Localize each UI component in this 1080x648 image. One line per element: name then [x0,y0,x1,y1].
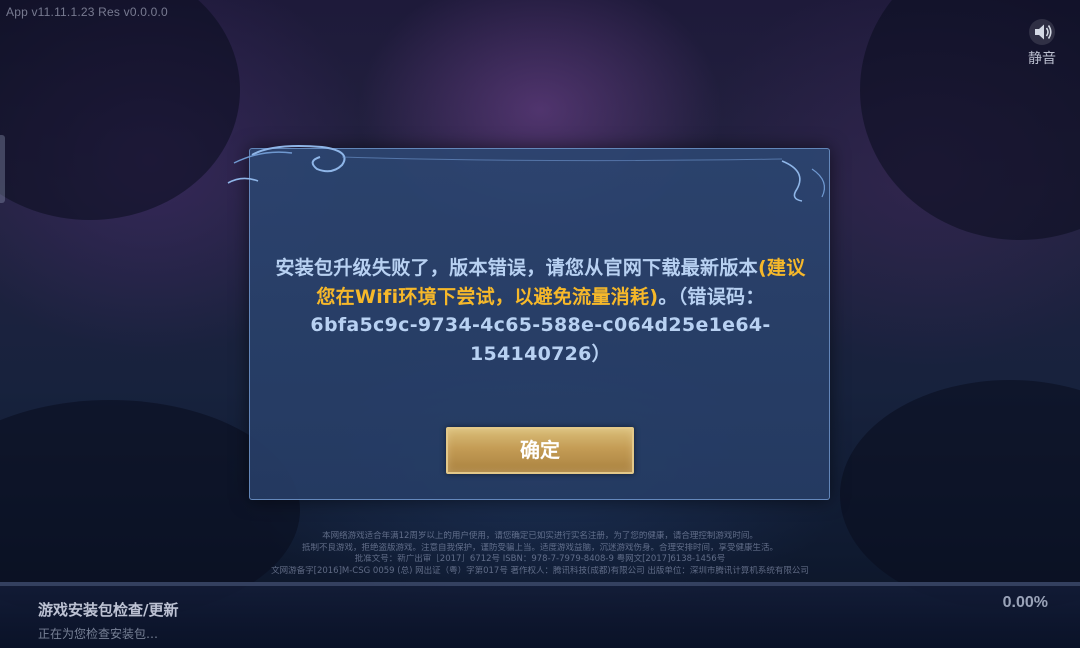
progress-bar [0,582,1080,586]
side-drawer-handle[interactable] [0,135,5,203]
game-launcher-screen: App v11.11.1.23 Res v0.0.0.0 静音 安装包升级失败了… [0,0,1080,648]
cloud-ornament [227,145,825,202]
mute-label: 静音 [1028,51,1056,67]
notice-line: 文网游备字[2016]M-CSG 0059 (总) 网出证（粤）字第017号 著… [271,565,809,576]
update-progress-panel: 游戏安装包检查/更新 正在为您检查安装包… 0.00% [0,582,1080,648]
mute-button[interactable]: 静音 [1020,18,1064,70]
confirm-button[interactable]: 确定 [446,427,634,474]
notice-line: 抵制不良游戏，拒绝盗版游戏。注意自我保护，谨防受骗上当。适度游戏益脑，沉迷游戏伤… [301,542,778,553]
notice-line: 批准文号：新广出审［2017］6712号 ISBN：978-7-7979-840… [354,554,726,564]
legal-notice: 本网络游戏适合年满12周岁以上的用户使用，请您确定已如实进行实名注册，为了您的健… [200,531,880,577]
speaker-icon [1029,19,1055,45]
error-message-text: 安装包升级失败了，版本错误，请您从官网下载最新版本 [275,257,758,279]
background-tree-left [0,0,240,220]
progress-title: 游戏安装包检查/更新 [38,601,179,619]
version-label: App v11.11.1.23 Res v0.0.0.0 [6,5,168,19]
notice-line: 本网络游戏适合年满12周岁以上的用户使用，请您确定已如实进行实名注册，为了您的健… [322,531,758,541]
error-message: 安装包升级失败了，版本错误，请您从官网下载最新版本(建议您在Wifi环境下尝试，… [275,254,806,368]
progress-percent: 0.00% [1002,594,1048,611]
progress-status: 正在为您检查安装包… [38,627,159,641]
error-dialog: 安装包升级失败了，版本错误，请您从官网下载最新版本(建议您在Wifi环境下尝试，… [227,145,830,500]
